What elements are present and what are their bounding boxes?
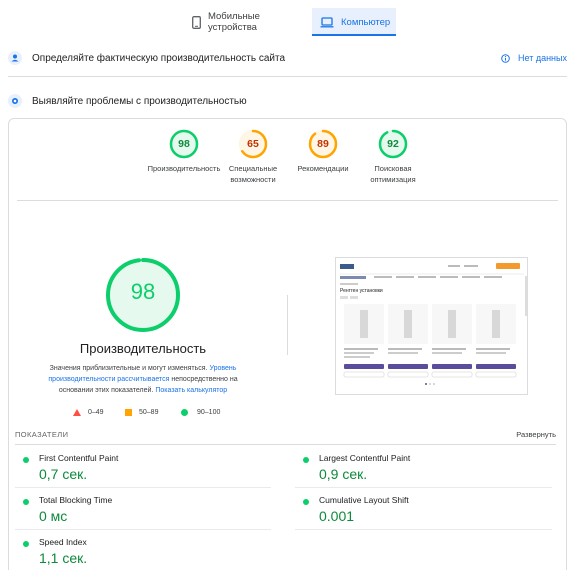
triangle-icon <box>73 409 81 416</box>
divider <box>295 529 552 530</box>
metric-value: 0.001 <box>319 508 355 524</box>
laptop-icon <box>320 16 334 28</box>
good-dot-icon <box>23 541 29 547</box>
square-icon <box>125 409 132 416</box>
metric-name: Cumulative Layout Shift <box>319 495 409 505</box>
metric-name: Total Blocking Time <box>39 495 113 505</box>
metrics-header: ПОКАЗАТЕЛИ Развернуть <box>15 430 556 439</box>
lab-data-title: Выявляйте проблемы с производительностью <box>32 95 247 107</box>
performance-score: 98 <box>130 279 156 304</box>
divider <box>17 200 558 201</box>
metric-value: 0,9 сек. <box>319 466 368 482</box>
report-card: 98 Производительность 65 Специальные воз… <box>8 118 567 570</box>
legend-average: 50–89 <box>125 409 158 416</box>
divider <box>15 487 271 488</box>
tab-desktop[interactable]: Компьютер <box>312 8 396 36</box>
users-icon <box>8 51 22 65</box>
gauge-label: Рекомендации <box>297 164 349 173</box>
gauge-performance[interactable]: 98 Производительность <box>146 129 222 174</box>
tab-desktop-label: Компьютер <box>341 16 391 28</box>
tab-mobile-label: Мобильные устройства <box>208 11 260 33</box>
field-data-section: Определяйте фактическую производительнос… <box>8 47 567 69</box>
divider <box>8 76 567 77</box>
divider <box>295 487 552 488</box>
good-dot-icon <box>23 499 29 505</box>
metric-name: Speed Index <box>39 537 87 547</box>
legend-bad: 0–49 <box>73 409 104 416</box>
expand-button[interactable]: Развернуть <box>516 430 556 439</box>
gauge-best-practices[interactable]: 89 Рекомендации <box>285 129 361 174</box>
performance-title: Производительность <box>79 341 207 356</box>
screenshot-heading: Рентген установки <box>340 288 383 294</box>
smartphone-icon <box>192 15 201 29</box>
vertical-divider <box>287 295 288 355</box>
gauge-label: Специальные возможности <box>228 164 278 184</box>
lab-flask-icon <box>8 94 22 108</box>
good-dot-icon <box>23 457 29 463</box>
lab-data-section: Выявляйте проблемы с производительностью <box>8 90 567 112</box>
gauge-score: 98 <box>178 138 190 150</box>
legend-good: 90–100 <box>181 409 220 416</box>
metric-name: First Contentful Paint <box>39 453 119 463</box>
no-data-info[interactable]: Нет данных <box>501 47 567 69</box>
tab-mobile[interactable]: Мобильные устройства <box>184 8 308 36</box>
metric-value: 0 мс <box>39 508 68 524</box>
field-data-title: Определяйте фактическую производительнос… <box>32 52 286 64</box>
gauge-score: 92 <box>387 138 399 150</box>
circle-icon <box>181 409 188 416</box>
gauge-score: 65 <box>247 138 259 150</box>
metric-name: Largest Contentful Paint <box>319 453 411 463</box>
divider <box>15 444 556 445</box>
page-screenshot-image: Рентген установки <box>336 258 527 394</box>
metric-value: 0,7 сек. <box>39 466 88 482</box>
score-gauges: 98 Производительность 65 Специальные воз… <box>9 129 566 199</box>
gauge-label: Производительность <box>147 164 221 173</box>
performance-note: Значения приблизительные и могут изменят… <box>47 363 239 396</box>
gauge-label: Поисковая оптимизация <box>370 164 416 184</box>
metric-value: 1,1 сек. <box>39 550 88 566</box>
good-dot-icon <box>303 499 309 505</box>
legend-good-label: 90–100 <box>197 409 221 416</box>
note-text: Значения приблизительные и могут изменят… <box>49 365 208 372</box>
show-calculator-link[interactable]: Показать калькулятор <box>155 387 227 394</box>
legend-bad-label: 0–49 <box>88 409 104 416</box>
gauge-accessibility[interactable]: 65 Специальные возможности <box>215 129 291 185</box>
divider <box>15 529 271 530</box>
metrics-title: ПОКАЗАТЕЛИ <box>15 430 69 439</box>
gauge-score: 89 <box>317 138 329 150</box>
gauge-seo[interactable]: 92 Поисковая оптимизация <box>355 129 431 185</box>
no-data-label: Нет данных <box>518 53 567 63</box>
page-screenshot-thumbnail[interactable]: Рентген установки <box>335 257 528 395</box>
info-icon <box>501 53 510 63</box>
device-tabs: Мобильные устройства Компьютер <box>0 8 575 36</box>
good-dot-icon <box>303 457 309 463</box>
legend-average-label: 50–89 <box>139 409 159 416</box>
